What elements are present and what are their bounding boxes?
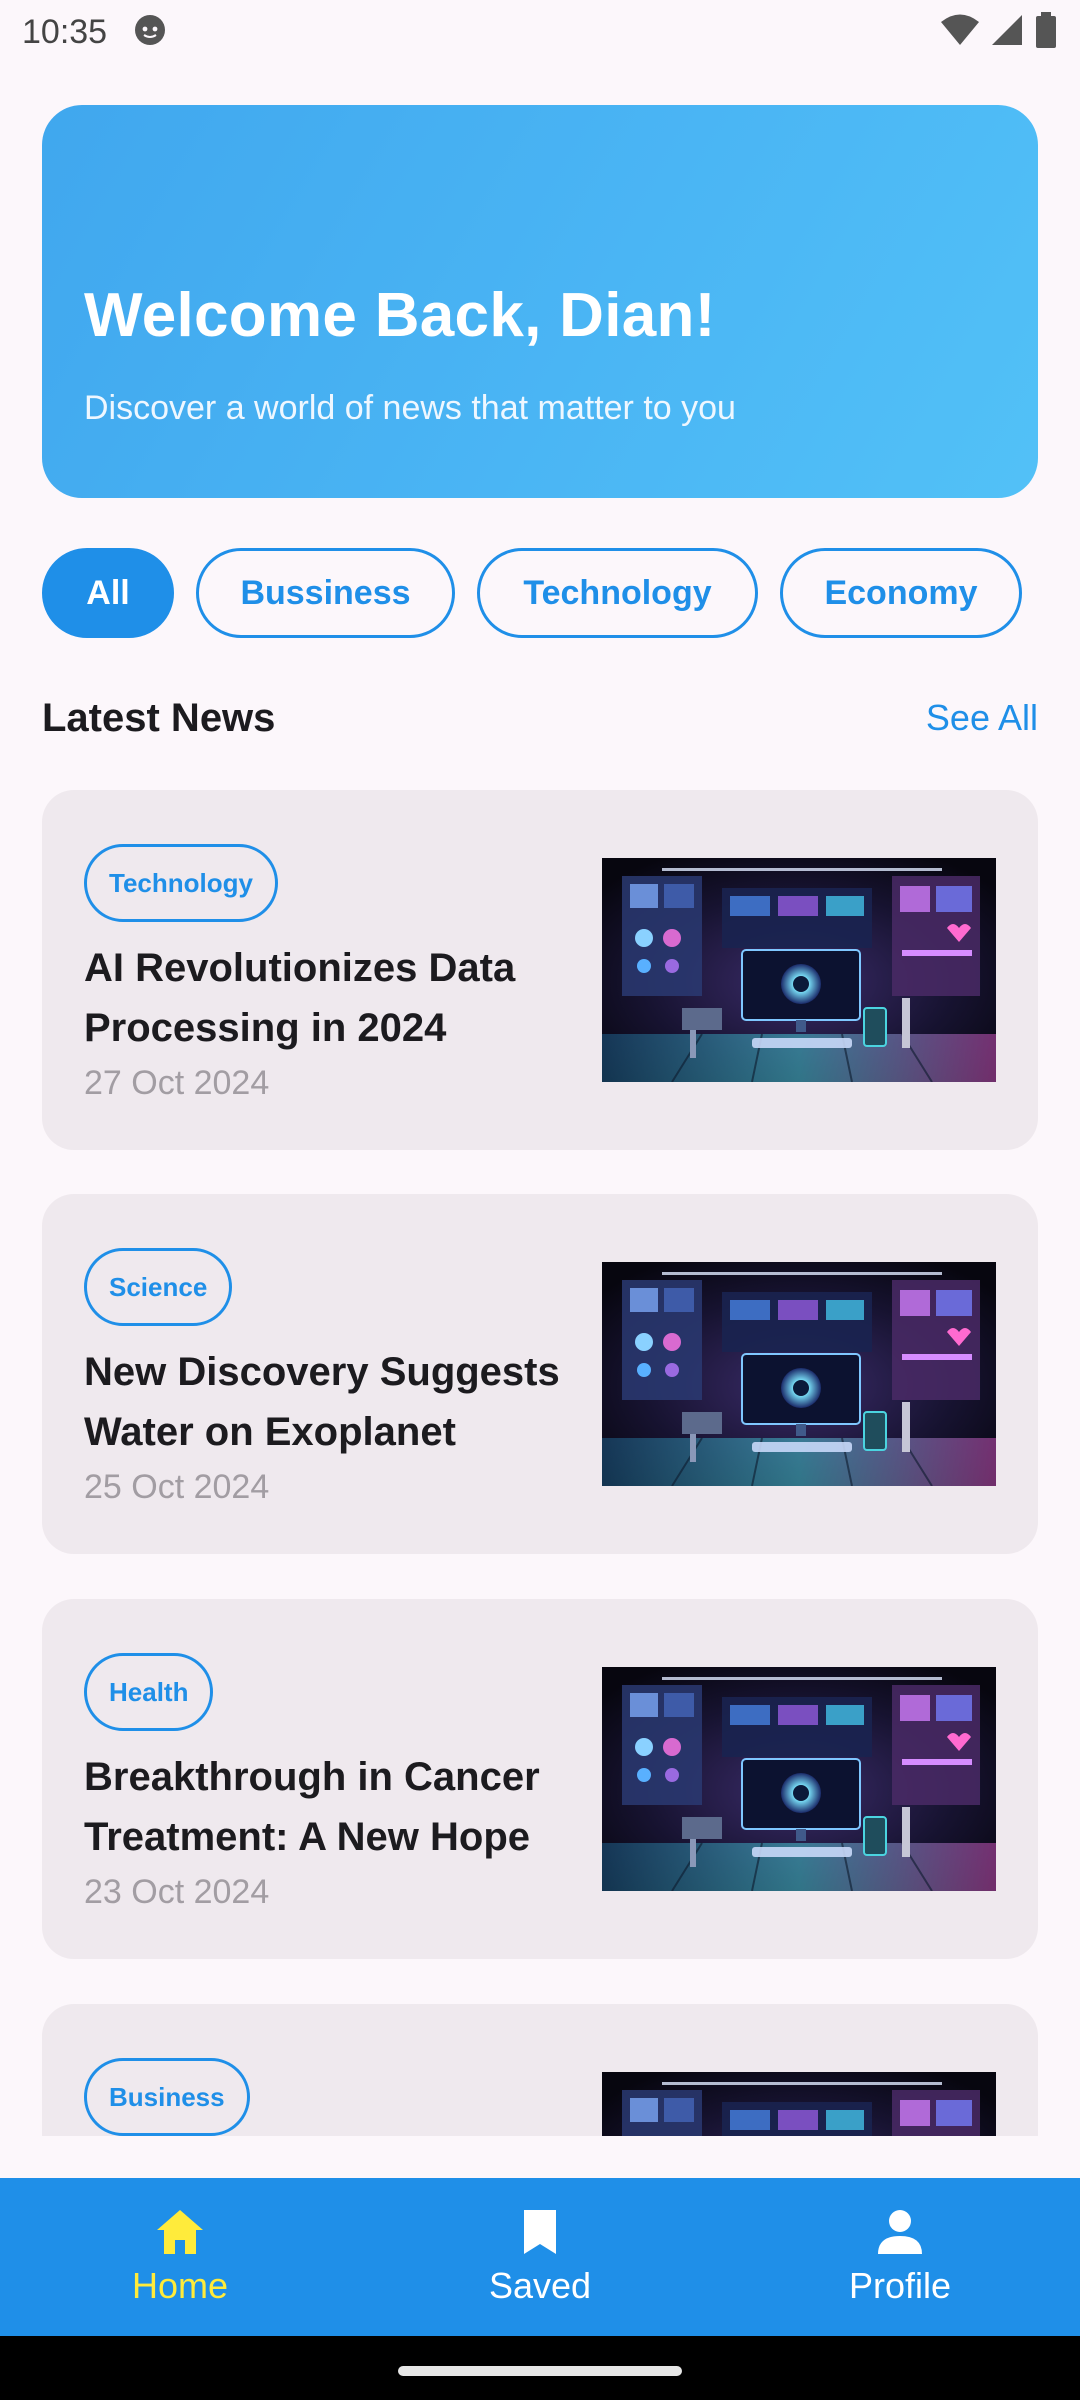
news-date: 23 Oct 2024 [84, 1873, 270, 1911]
news-thumbnail [602, 1667, 996, 1891]
news-card[interactable]: Health Breakthrough in Cancer Treatment:… [42, 1599, 1038, 1959]
news-title: Breakthrough in Cancer Treatment: A New … [84, 1755, 540, 1859]
news-thumbnail [602, 1262, 996, 1486]
status-time: 10:35 [22, 12, 108, 51]
welcome-subtitle: Discover a world of news that matter to … [84, 389, 736, 427]
news-date: 27 Oct 2024 [84, 1064, 270, 1102]
nav-profile-label: Profile [848, 2264, 952, 2306]
person-icon [876, 2208, 924, 2261]
system-navigation-bar [0, 2336, 1080, 2400]
see-all-link[interactable]: See All [926, 697, 1038, 739]
welcome-banner: Welcome Back, Dian! Discover a world of … [42, 105, 1038, 498]
status-bar: 10:35 [0, 0, 1080, 64]
latest-news-title: Latest News [42, 695, 276, 740]
news-list[interactable]: Technology AI Revolutionizes Data Proces… [42, 790, 1038, 2136]
chip-all[interactable]: All [42, 548, 174, 638]
news-card[interactable]: Business [42, 2004, 1038, 2136]
nav-home[interactable]: Home [30, 2178, 330, 2336]
cellular-signal-icon [990, 13, 1024, 52]
news-card[interactable]: Science New Discovery Suggests Water on … [42, 1194, 1038, 1554]
bookmark-icon [520, 2208, 560, 2261]
category-chips: All Bussiness Technology Economy [42, 548, 1022, 638]
bottom-navigation: Home Saved Profile [0, 2178, 1080, 2336]
news-thumbnail [602, 2072, 996, 2136]
notification-face-icon [133, 13, 167, 52]
chip-bussiness[interactable]: Bussiness [196, 548, 455, 638]
battery-icon [1034, 11, 1058, 53]
chip-technology[interactable]: Technology [477, 548, 758, 638]
nav-home-label: Home [131, 2264, 229, 2306]
news-tag: Business [84, 2058, 250, 2136]
news-tag: Health [84, 1653, 214, 1731]
latest-news-header: Latest News See All [42, 688, 1038, 748]
news-title: AI Revolutionizes Data Processing in 202… [84, 946, 516, 1050]
nav-saved-label: Saved [488, 2264, 592, 2306]
nav-saved[interactable]: Saved [390, 2178, 690, 2336]
news-title: New Discovery Suggests Water on Exoplane… [84, 1350, 560, 1454]
chip-economy[interactable]: Economy [780, 548, 1022, 638]
news-tag: Technology [84, 844, 278, 922]
news-card[interactable]: Technology AI Revolutionizes Data Proces… [42, 790, 1038, 1150]
wifi-icon [940, 13, 980, 52]
nav-profile[interactable]: Profile [750, 2178, 1050, 2336]
gesture-handle[interactable] [398, 2366, 682, 2376]
home-icon [155, 2208, 205, 2261]
news-date: 25 Oct 2024 [84, 1468, 270, 1506]
news-thumbnail [602, 858, 996, 1082]
welcome-title: Welcome Back, Dian! [84, 281, 716, 350]
news-tag: Science [84, 1248, 233, 1326]
